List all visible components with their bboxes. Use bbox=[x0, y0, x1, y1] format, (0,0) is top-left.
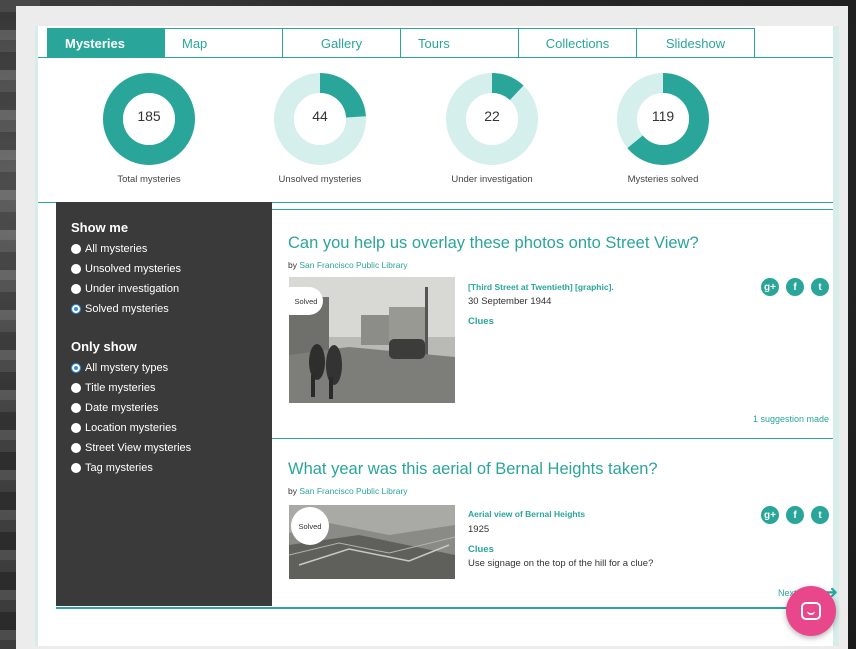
radio-button[interactable] bbox=[71, 264, 81, 274]
tab-mysteries[interactable]: Mysteries bbox=[47, 28, 165, 58]
stat-total: 185 Total mysteries bbox=[79, 72, 219, 185]
filter-solved[interactable]: Solved mysteries bbox=[71, 299, 272, 319]
mysteries-panel: Mysteries Map Gallery Tours Collections … bbox=[35, 26, 839, 646]
facebook-icon[interactable]: f bbox=[786, 278, 804, 296]
filter-label: Unsolved mysteries bbox=[85, 263, 181, 275]
filter-label: Title mysteries bbox=[85, 382, 156, 394]
solved-badge: Solved bbox=[289, 287, 323, 315]
suggestion-count[interactable]: 1 suggestion made bbox=[753, 414, 829, 424]
radio-button[interactable] bbox=[71, 443, 81, 453]
stat-value: 22 bbox=[484, 108, 500, 124]
radio-button[interactable] bbox=[71, 463, 81, 473]
by-prefix: by bbox=[288, 260, 297, 270]
stat-value: 44 bbox=[312, 108, 328, 124]
stat-label: Under investigation bbox=[451, 174, 533, 185]
stat-label: Unsolved mysteries bbox=[278, 174, 362, 185]
tab-bar: Mysteries Map Gallery Tours Collections … bbox=[47, 28, 755, 58]
record-title[interactable]: [Third Street at Twentieth] [graphic]. bbox=[468, 282, 614, 292]
tab-gallery[interactable]: Gallery bbox=[283, 28, 401, 58]
mystery-title[interactable]: Can you help us overlay these photos ont… bbox=[288, 234, 699, 253]
divider bbox=[56, 607, 833, 609]
filter-date[interactable]: Date mysteries bbox=[71, 398, 272, 418]
stat-label: Total mysteries bbox=[117, 174, 181, 185]
mystery-thumbnail[interactable]: Solved bbox=[289, 505, 455, 579]
filter-label: Date mysteries bbox=[85, 402, 159, 414]
mystery-author: by San Francisco Public Library bbox=[288, 260, 408, 270]
radio-button[interactable] bbox=[71, 244, 81, 254]
clue-hint: Use signage on the top of the hill for a… bbox=[468, 558, 654, 569]
facebook-icon[interactable]: f bbox=[786, 506, 804, 524]
tab-collections[interactable]: Collections bbox=[519, 28, 637, 58]
filter-sidebar: Show me All mysteries Unsolved mysteries… bbox=[56, 202, 272, 606]
stat-value: 185 bbox=[137, 108, 161, 124]
solved-badge: Solved bbox=[291, 507, 329, 545]
google-plus-icon[interactable]: g+ bbox=[761, 506, 779, 524]
by-prefix: by bbox=[288, 486, 297, 496]
filter-all-types[interactable]: All mystery types bbox=[71, 358, 272, 378]
radio-button[interactable] bbox=[71, 284, 81, 294]
mystery-thumbnail[interactable]: Solved bbox=[289, 277, 455, 403]
filter-label: Street View mysteries bbox=[85, 442, 192, 454]
stat-investigation: 22 Under investigation bbox=[422, 72, 562, 185]
google-plus-icon[interactable]: g+ bbox=[761, 278, 779, 296]
mystery-card: Can you help us overlay these photos ont… bbox=[272, 210, 829, 438]
share-icons: g+ f t bbox=[761, 506, 829, 524]
radio-button-selected[interactable] bbox=[71, 304, 81, 314]
filter-title[interactable]: Title mysteries bbox=[71, 378, 272, 398]
stat-value: 119 bbox=[651, 108, 675, 124]
twitter-icon[interactable]: t bbox=[811, 506, 829, 524]
radio-button[interactable] bbox=[71, 403, 81, 413]
twitter-icon[interactable]: t bbox=[811, 278, 829, 296]
clues-label: Clues bbox=[468, 316, 494, 327]
filter-under-investigation[interactable]: Under investigation bbox=[71, 279, 272, 299]
mystery-author: by San Francisco Public Library bbox=[288, 486, 408, 496]
filter-label: All mysteries bbox=[85, 243, 148, 255]
chat-icon bbox=[801, 602, 821, 620]
author-link[interactable]: San Francisco Public Library bbox=[299, 486, 407, 496]
chat-button[interactable] bbox=[786, 586, 836, 636]
record-date: 1925 bbox=[468, 524, 490, 535]
filter-unsolved[interactable]: Unsolved mysteries bbox=[71, 259, 272, 279]
mystery-card: What year was this aerial of Bernal Heig… bbox=[272, 438, 829, 606]
filter-label: Solved mysteries bbox=[85, 303, 169, 315]
tab-slideshow[interactable]: Slideshow bbox=[637, 28, 755, 58]
page: Mysteries Map Gallery Tours Collections … bbox=[16, 6, 848, 649]
record-title[interactable]: Aerial view of Bernal Heights bbox=[468, 509, 585, 519]
filter-tag[interactable]: Tag mysteries bbox=[71, 458, 272, 478]
filter-street-view[interactable]: Street View mysteries bbox=[71, 438, 272, 458]
filter-label: Location mysteries bbox=[85, 422, 177, 434]
only-show-heading: Only show bbox=[71, 339, 137, 354]
filter-location[interactable]: Location mysteries bbox=[71, 418, 272, 438]
stat-unsolved: 44 Unsolved mysteries bbox=[250, 72, 390, 185]
radio-button[interactable] bbox=[71, 423, 81, 433]
filter-label: Tag mysteries bbox=[85, 462, 153, 474]
author-link[interactable]: San Francisco Public Library bbox=[299, 260, 407, 270]
radio-button[interactable] bbox=[71, 383, 81, 393]
mystery-title[interactable]: What year was this aerial of Bernal Heig… bbox=[288, 460, 658, 479]
tab-map[interactable]: Map bbox=[165, 28, 283, 58]
divider bbox=[38, 57, 833, 58]
stat-label: Mysteries solved bbox=[627, 174, 699, 185]
filter-all-mysteries[interactable]: All mysteries bbox=[71, 239, 272, 259]
radio-button-selected[interactable] bbox=[71, 363, 81, 373]
filter-label: All mystery types bbox=[85, 362, 169, 374]
stat-solved: 119 Mysteries solved bbox=[593, 72, 733, 185]
show-me-heading: Show me bbox=[71, 220, 129, 235]
share-icons: g+ f t bbox=[761, 278, 829, 296]
record-date: 30 September 1944 bbox=[468, 296, 552, 307]
tab-tours[interactable]: Tours bbox=[401, 28, 519, 58]
clues-label: Clues bbox=[468, 544, 494, 555]
filter-label: Under investigation bbox=[85, 283, 180, 295]
